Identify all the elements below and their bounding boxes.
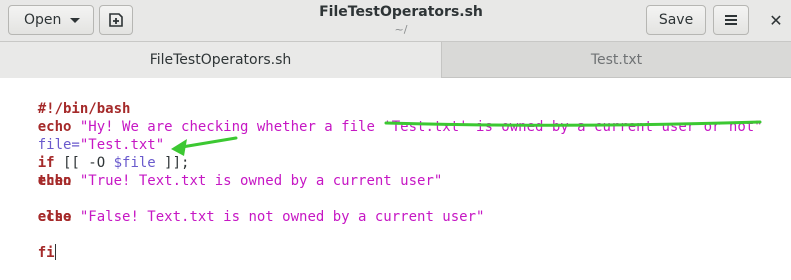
new-document-icon: [109, 13, 123, 27]
close-icon: ✕: [769, 10, 783, 30]
close-button[interactable]: ✕: [764, 8, 788, 32]
code-editor[interactable]: #!/bin/bash echo "Hy! We are checking wh…: [0, 78, 791, 261]
tab-filetestoperators[interactable]: FileTestOperators.sh: [0, 42, 442, 78]
arrow-annotation: [171, 136, 238, 156]
open-button[interactable]: Open: [8, 5, 94, 35]
menu-button[interactable]: [713, 5, 749, 35]
tab-label: Test.txt: [590, 51, 643, 68]
annotation-layer: [171, 120, 762, 156]
underline-annotation: [384, 120, 762, 127]
tab-label: FileTestOperators.sh: [149, 51, 292, 68]
window-subtitle: ~/: [394, 23, 408, 36]
tab-bar: FileTestOperators.sh Test.txt: [0, 42, 791, 78]
caret-down-icon: [70, 17, 81, 23]
open-button-label: Open: [24, 12, 62, 28]
header-bar: Open FileTestOperators.sh ~/ Save ✕: [0, 0, 791, 42]
save-button[interactable]: Save: [646, 5, 706, 35]
new-document-button[interactable]: [99, 5, 133, 35]
tab-test-txt[interactable]: Test.txt: [442, 42, 791, 77]
window-title-area: FileTestOperators.sh ~/: [260, 3, 542, 37]
window-title: FileTestOperators.sh: [319, 4, 483, 20]
hamburger-menu-icon: [725, 15, 737, 25]
